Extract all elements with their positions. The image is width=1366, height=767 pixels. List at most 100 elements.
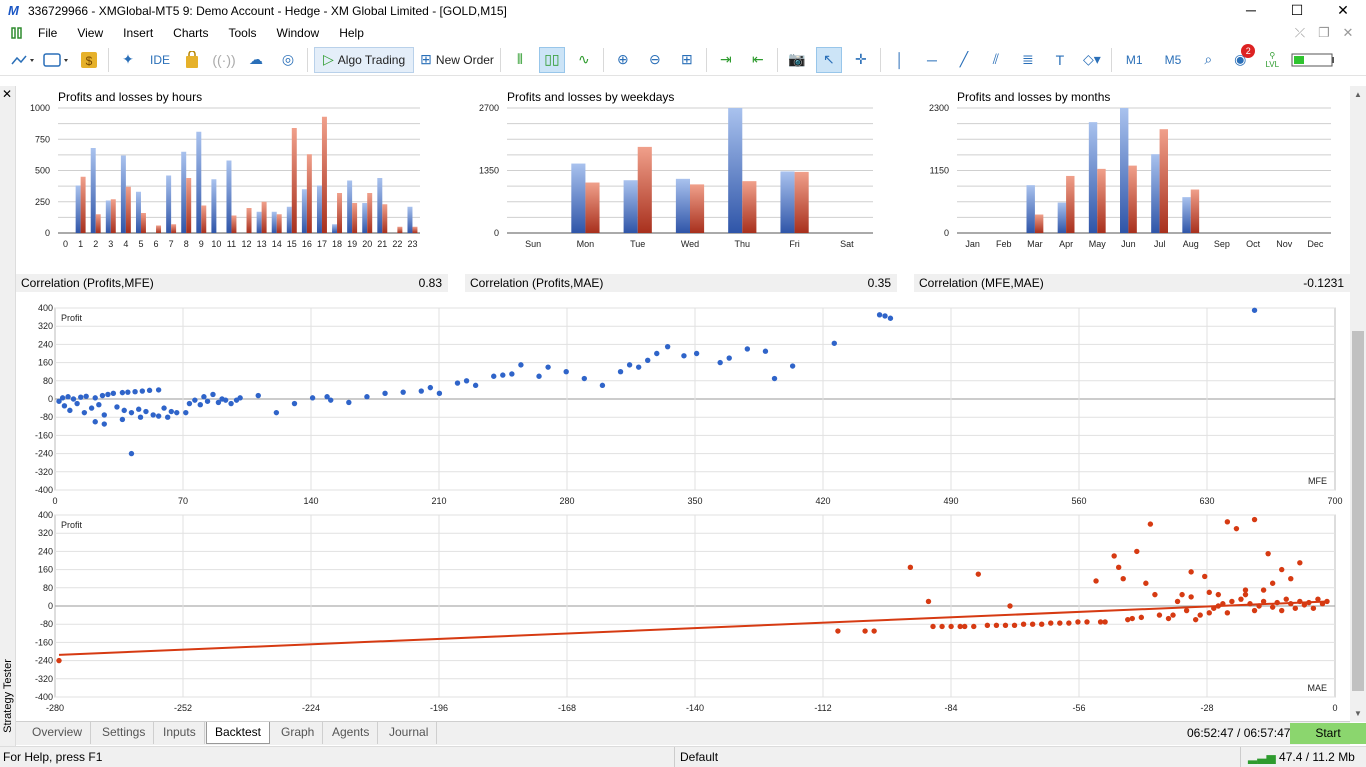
hours-chart-xtick-label: 13 [257, 239, 267, 249]
shopping-bag-icon[interactable] [179, 47, 205, 73]
auto-scroll-icon[interactable]: ⇥ [713, 47, 739, 73]
zoom-out-icon[interactable]: ⊖ [642, 47, 668, 73]
months-chart-profit-bar [1182, 197, 1191, 233]
hours-chart-profit-bar [226, 160, 232, 233]
weekdays-chart-profit-bar [623, 180, 638, 233]
menu-window[interactable]: Window [267, 23, 330, 43]
months-chart-loss-bar [1097, 168, 1106, 233]
hours-chart-xtick-label: 14 [272, 239, 282, 249]
algo-trading-button[interactable]: ▷ Algo Trading [314, 46, 415, 73]
tab-inputs[interactable]: Inputs [155, 722, 205, 744]
templates-icon[interactable] [42, 47, 70, 73]
mfe-chart-point [581, 375, 588, 382]
tab-settings[interactable]: Settings [94, 722, 155, 744]
shapes-icon[interactable]: ◇▾ [1079, 47, 1105, 73]
weekdays-chart-title: Profits and losses by weekdays [507, 90, 674, 104]
months-chart-ytick-label: 2300 [929, 103, 949, 113]
test-timer: 06:52:47 / 06:57:47 [1187, 726, 1291, 740]
notification-badge: 2 [1241, 43, 1256, 58]
mae-chart-point [1129, 615, 1135, 622]
mae-chart-point [1084, 619, 1090, 625]
mae-chart-point [1247, 601, 1253, 607]
notifications-icon[interactable]: ◉ 2 [1227, 43, 1256, 73]
months-chart-title: Profits and losses by months [957, 90, 1110, 104]
horizontal-line-icon[interactable]: ─ [919, 47, 945, 73]
minimize-button[interactable]: ─ [1228, 0, 1274, 22]
mfe-chart-point [518, 362, 524, 368]
mae-chart-point [1224, 519, 1231, 525]
tile-windows-icon[interactable]: ⊞ [674, 47, 700, 73]
vertical-scrollbar[interactable]: ▲ ▼ [1350, 86, 1366, 722]
candlestick-icon[interactable]: ▯▯ [538, 46, 565, 73]
zoom-in-icon[interactable]: ⊕ [610, 47, 636, 73]
mae-chart-point [1179, 591, 1185, 598]
mae-chart-point [1215, 591, 1222, 598]
menu-file[interactable]: File [28, 23, 67, 43]
mae-chart-point [56, 657, 62, 664]
mae-chart-point [1102, 619, 1108, 625]
mfe-chart-point [161, 405, 167, 411]
timeframe-m1[interactable]: M1 [1118, 47, 1151, 73]
restore-child-icon[interactable]: ❐ [1312, 22, 1336, 44]
tester-sidebar: ✕ [0, 86, 16, 746]
channel-icon[interactable]: ⫽ [983, 47, 1009, 73]
new-order-button[interactable]: ⊞ New Order [420, 47, 494, 73]
main-toolbar: $ ✦ IDE ((·)) ☁ ◎ ▷ Algo Trading ⊞ New Ord… [0, 43, 1366, 76]
menu-tools[interactable]: Tools [219, 23, 267, 43]
screenshot-icon[interactable]: 📷 [784, 47, 810, 73]
mfe-chart-xtick-label: 420 [815, 496, 830, 506]
tab-agents[interactable]: Agents [324, 722, 379, 744]
tab-journal[interactable]: Journal [381, 722, 438, 744]
dollar-icon[interactable]: $ [76, 47, 102, 73]
chart-type-icon[interactable] [10, 47, 36, 73]
fibonacci-icon[interactable]: ≣ [1015, 47, 1041, 73]
start-button[interactable]: Start [1290, 723, 1366, 744]
mfe-chart-point [201, 394, 207, 400]
tab-graph[interactable]: Graph [273, 722, 324, 744]
menu-insert[interactable]: Insert [113, 23, 163, 43]
timeframe-m5[interactable]: M5 [1157, 47, 1190, 73]
signal-icon[interactable]: ((·)) [211, 47, 237, 73]
hours-chart-ytick-label: 250 [35, 197, 50, 207]
vps-icon[interactable]: ◎ [275, 47, 301, 73]
mfe-chart-xtick-label: 490 [943, 496, 958, 506]
level-icon[interactable]: ⚲ LVL [1259, 47, 1285, 73]
mfe-chart-point [509, 371, 515, 377]
cursor-icon[interactable]: ↖ [815, 46, 842, 73]
close-button[interactable]: ✕ [1320, 0, 1366, 22]
crosshair-icon[interactable]: ✛ [848, 47, 874, 73]
text-tool-icon[interactable]: T [1047, 47, 1073, 73]
profile-name: Default [674, 747, 718, 767]
scroll-up-icon[interactable]: ▲ [1350, 90, 1366, 99]
chart-window-icon[interactable] [6, 24, 28, 42]
trendline-icon[interactable]: ╱ [951, 47, 977, 73]
mfe-chart-point [617, 369, 624, 375]
mfe-chart-xtick-label: 0 [52, 496, 57, 506]
scroll-down-icon[interactable]: ▼ [1350, 709, 1366, 718]
menu-charts[interactable]: Charts [163, 23, 218, 43]
close-panel-icon[interactable]: ✕ [2, 88, 12, 100]
close-child-icon[interactable]: ✕ [1336, 22, 1360, 44]
vertical-line-icon[interactable]: │ [887, 47, 913, 73]
close-all-icon[interactable]: ⤫ [1288, 22, 1312, 44]
sparkle-icon[interactable]: ✦ [115, 47, 141, 73]
ide-button[interactable]: IDE [147, 47, 173, 73]
menu-help[interactable]: Help [329, 23, 374, 43]
mae-chart-xtick-label: -28 [1200, 703, 1213, 713]
scrollbar-thumb[interactable] [1352, 331, 1364, 691]
tab-overview[interactable]: Overview [24, 722, 92, 744]
search-icon[interactable]: ⌕ [1195, 47, 1221, 73]
chart-shift-icon[interactable]: ⇤ [745, 47, 771, 73]
hours-chart-loss-bar [261, 201, 267, 233]
menu-view[interactable]: View [67, 23, 113, 43]
mae-chart-point [1206, 589, 1212, 596]
tab-backtest[interactable]: Backtest [206, 722, 271, 744]
hours-chart-ytick-label: 1000 [30, 103, 50, 113]
line-chart-icon[interactable]: ∿ [571, 47, 597, 73]
mfe-chart-ytick-label: 0 [48, 394, 53, 404]
mae-chart-point [1306, 599, 1312, 606]
months-chart-xtick-label: Oct [1246, 239, 1261, 249]
bar-chart-icon[interactable]: ⫴ [507, 47, 533, 73]
maximize-button[interactable]: ☐ [1274, 0, 1320, 22]
cloud-icon[interactable]: ☁ [243, 47, 269, 73]
